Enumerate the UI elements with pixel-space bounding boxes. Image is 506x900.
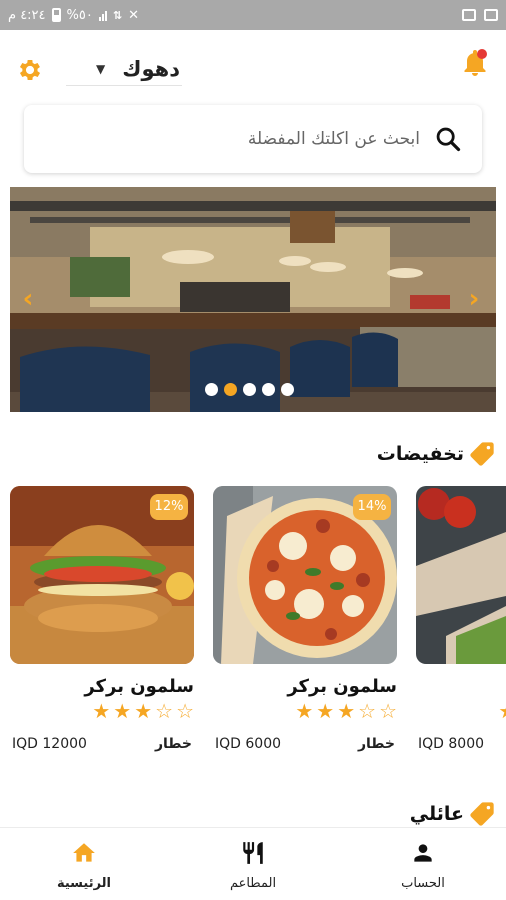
tag-icon <box>470 802 494 826</box>
status-left: ٤:٢٤ م %٥٠ ⇅ ✕ <box>8 8 139 23</box>
notification-dot <box>477 49 487 59</box>
rating-stars: ★★★☆☆ <box>295 700 397 722</box>
star-filled-icon: ★ <box>113 699 132 723</box>
home-icon <box>73 843 95 862</box>
top-header: ▼ دهوك <box>0 44 506 94</box>
tag-icon <box>470 442 494 466</box>
star-filled-icon: ★ <box>337 699 356 723</box>
item-name: سلمون بركر <box>84 676 194 697</box>
bell-icon[interactable] <box>460 48 490 80</box>
star-filled-icon: ★ <box>295 699 314 723</box>
nav-account[interactable]: الحساب <box>363 828 483 900</box>
star-filled-icon: ★ <box>134 699 153 723</box>
nav-restaurants[interactable]: المطاعم <box>193 828 313 900</box>
search-bar <box>24 105 482 173</box>
star-filled-icon: ★ <box>316 699 335 723</box>
status-right <box>462 9 498 21</box>
nav-account-label: الحساب <box>401 876 445 891</box>
rating-stars: ★★★☆☆ <box>498 700 506 722</box>
item-category: خطار <box>357 736 395 752</box>
status-time: ٤:٢٤ م <box>8 7 46 23</box>
status-bar: ٤:٢٤ م %٥٠ ⇅ ✕ <box>0 0 506 30</box>
discount-badge: 14% <box>353 494 391 520</box>
banner-pagination <box>205 383 294 396</box>
banner-prev-arrow[interactable]: ‹ <box>14 283 42 315</box>
item-name: سلمون بركر <box>287 676 397 697</box>
star-empty-icon: ☆ <box>358 699 377 723</box>
star-empty-icon: ☆ <box>379 699 397 723</box>
gear-icon[interactable] <box>16 56 44 84</box>
star-filled-icon: ★ <box>498 700 506 722</box>
nav-restaurants-label: المطاعم <box>229 876 277 891</box>
pagination-dot[interactable] <box>281 383 294 396</box>
nav-home[interactable]: الرئيسية <box>24 828 144 900</box>
bottom-navigation: الرئيسية المطاعم الحساب <box>0 827 506 900</box>
city-label: دهوك <box>122 57 180 81</box>
message-notification-icon <box>462 9 476 21</box>
pagination-dot[interactable] <box>262 383 275 396</box>
wrap-image <box>416 486 506 664</box>
battery-icon <box>51 8 61 22</box>
fork-knife-icon <box>243 842 263 864</box>
search-input[interactable] <box>48 123 420 155</box>
item-price: IQD 8000 <box>418 736 485 752</box>
app-screen: ٤:٢٤ م %٥٠ ⇅ ✕ ▼ دهوك ابحث عن اكلتك المف… <box>0 0 506 900</box>
discounts-section-header: تخفيضات <box>377 440 496 468</box>
discount-card[interactable]: 12% سلمون بركر ★ ★ ★ ☆ ☆ IQD 12000 خطار <box>10 486 194 756</box>
city-selector[interactable]: ▼ دهوك <box>66 54 182 86</box>
pagination-dot[interactable] <box>224 383 237 396</box>
nav-home-label: الرئيسية <box>56 876 112 891</box>
item-category: خطار <box>154 736 192 752</box>
signal-icon <box>98 9 107 21</box>
discount-badge: 12% <box>150 494 188 520</box>
promo-banner[interactable]: ‹ › <box>10 187 496 412</box>
item-price: IQD 6000 <box>215 736 282 752</box>
star-empty-icon: ☆ <box>155 699 174 723</box>
item-price: IQD 12000 <box>12 736 87 752</box>
mute-icon: ✕ <box>128 7 139 23</box>
person-icon <box>414 844 432 862</box>
banner-image <box>10 187 496 412</box>
data-icon: ⇅ <box>112 8 123 22</box>
discount-card[interactable]: بر ★★★☆☆ IQD 8000 <box>416 486 506 756</box>
battery-level: %٥٠ <box>66 7 93 23</box>
rating-stars: ★★★☆☆ <box>92 700 194 722</box>
star-filled-icon: ★ <box>92 699 111 723</box>
discount-card[interactable]: 14% سلمون بركر ★ ★ ★ ☆ ☆ IQD 6000 خطار <box>213 486 397 756</box>
star-empty-icon: ☆ <box>176 699 194 723</box>
image-notification-icon <box>484 9 498 21</box>
family-section-header: عائلي <box>410 800 496 828</box>
pagination-dot[interactable] <box>205 383 218 396</box>
pagination-dot[interactable] <box>243 383 256 396</box>
chevron-down-icon: ▼ <box>96 62 106 76</box>
discounts-title: تخفيضات <box>376 443 464 465</box>
banner-next-arrow[interactable]: › <box>460 283 488 315</box>
search-icon[interactable] <box>434 125 462 153</box>
family-title: عائلي <box>409 803 464 825</box>
